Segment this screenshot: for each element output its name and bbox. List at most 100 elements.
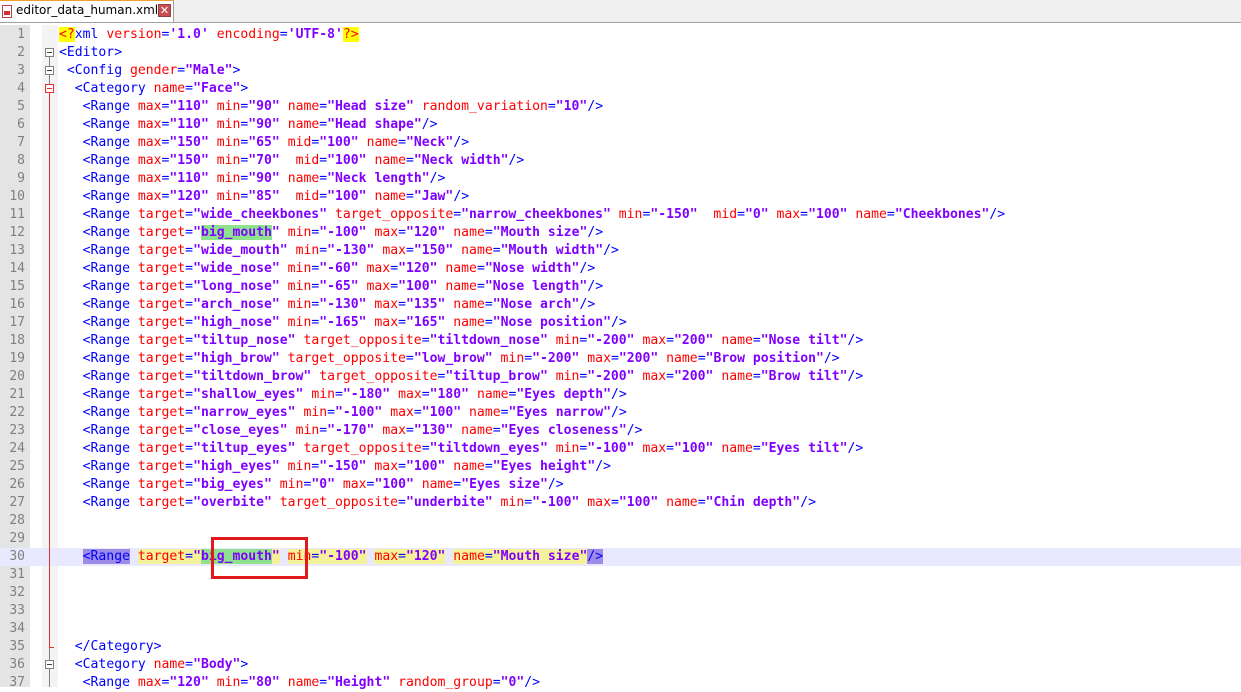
file-tab[interactable]: editor_data_human.xml ✕ bbox=[0, 0, 174, 22]
code-line[interactable]: 14 <Range target="wide_nose" min="-60" m… bbox=[0, 260, 1241, 278]
code-line[interactable]: 13 <Range target="wide_mouth" min="-130"… bbox=[0, 242, 1241, 260]
line-number: 10 bbox=[9, 189, 25, 204]
code-line[interactable]: 18 <Range target="tiltup_nose" target_op… bbox=[0, 332, 1241, 350]
code-line[interactable]: 9 <Range max="110" min="90" name="Neck l… bbox=[0, 170, 1241, 188]
line-code[interactable]: <Range max="110" min="90" name="Neck len… bbox=[59, 170, 446, 188]
code-line[interactable]: 19 <Range target="high_brow" target_oppo… bbox=[0, 350, 1241, 368]
line-code[interactable]: <Range target="wide_mouth" min="-130" ma… bbox=[59, 242, 619, 260]
code-line[interactable]: 26 <Range target="big_eyes" min="0" max=… bbox=[0, 476, 1241, 494]
fold-box-icon[interactable] bbox=[45, 66, 54, 75]
code-line[interactable]: 32 bbox=[0, 584, 1241, 602]
code-line[interactable]: 2 <Editor> bbox=[0, 44, 1241, 62]
line-code[interactable]: <Range target="high_brow" target_opposit… bbox=[59, 350, 840, 368]
code-line[interactable]: 27 <Range target="overbite" target_oppos… bbox=[0, 494, 1241, 512]
fold-box-icon[interactable] bbox=[45, 48, 54, 57]
fold-guide bbox=[49, 648, 50, 660]
line-code[interactable]: <Range target="shallow_eyes" min="-180" … bbox=[59, 386, 627, 404]
line-number: 2 bbox=[17, 45, 25, 60]
code-line[interactable]: 8 <Range max="150" min="70" mid="100" na… bbox=[0, 152, 1241, 170]
line-number: 27 bbox=[9, 495, 25, 510]
code-line[interactable]: 1 <?xml version='1.0' encoding='UTF-8'?> bbox=[0, 26, 1241, 44]
fold-guide bbox=[49, 669, 50, 687]
line-code[interactable]: <Category name="Body"> bbox=[59, 656, 248, 674]
code-line[interactable]: 20 <Range target="tiltdown_brow" target_… bbox=[0, 368, 1241, 386]
fold-box-icon[interactable] bbox=[45, 84, 54, 93]
line-number: 24 bbox=[9, 441, 25, 456]
line-code[interactable]: <Range max="110" min="90" name="Head sha… bbox=[59, 116, 438, 134]
line-code[interactable]: <Range target="big_mouth" min="-100" max… bbox=[59, 224, 603, 242]
line-code[interactable]: <Range target="big_eyes" min="0" max="10… bbox=[59, 476, 564, 494]
close-icon[interactable]: ✕ bbox=[158, 4, 171, 17]
annotation-highlight-box bbox=[211, 537, 308, 579]
line-code[interactable]: <Range max="120" min="80" name="Height" … bbox=[59, 674, 540, 692]
line-code[interactable]: <Range target="close_eyes" min="-170" ma… bbox=[59, 422, 643, 440]
line-code[interactable]: <Range target="high_eyes" min="-150" max… bbox=[59, 458, 611, 476]
line-code[interactable]: </Category> bbox=[59, 638, 162, 656]
line-code[interactable]: <Editor> bbox=[59, 44, 122, 62]
code-line[interactable]: 25 <Range target="high_eyes" min="-150" … bbox=[0, 458, 1241, 476]
line-code[interactable]: <Range target="tiltup_nose" target_oppos… bbox=[59, 332, 864, 350]
tab-title[interactable]: editor_data_human.xml bbox=[16, 3, 158, 17]
code-line[interactable]: 33 bbox=[0, 602, 1241, 620]
code-line[interactable]: 12 <Range target="big_mouth" min="-100" … bbox=[0, 224, 1241, 242]
line-code[interactable]: <Range target="wide_cheekbones" target_o… bbox=[59, 206, 1006, 224]
fold-box-icon[interactable] bbox=[45, 660, 54, 669]
line-number: 32 bbox=[9, 585, 25, 600]
line-code[interactable]: <Range max="110" min="90" name="Head siz… bbox=[59, 98, 603, 116]
line-number: 21 bbox=[9, 387, 25, 402]
code-line[interactable]: 37 <Range max="120" min="80" name="Heigh… bbox=[0, 674, 1241, 692]
line-code[interactable]: <Range target="high_nose" min="-165" max… bbox=[59, 314, 627, 332]
code-line[interactable]: 23 <Range target="close_eyes" min="-170"… bbox=[0, 422, 1241, 440]
line-number: 31 bbox=[9, 567, 25, 582]
line-code[interactable]: <Range target="long_nose" min="-65" max=… bbox=[59, 278, 603, 296]
fold-guide bbox=[49, 75, 50, 84]
code-line[interactable]: 36 <Category name="Body"> bbox=[0, 656, 1241, 674]
line-number: 22 bbox=[9, 405, 25, 420]
line-code[interactable]: <Range target="tiltup_eyes" target_oppos… bbox=[59, 440, 864, 458]
code-line[interactable]: 29 bbox=[0, 530, 1241, 548]
code-line[interactable]: 11 <Range target="wide_cheekbones" targe… bbox=[0, 206, 1241, 224]
code-line[interactable]: 30 <Range target="big_mouth" min="-100" … bbox=[0, 548, 1241, 566]
code-line[interactable]: 15 <Range target="long_nose" min="-65" m… bbox=[0, 278, 1241, 296]
line-code[interactable]: <Range max="150" min="65" mid="100" name… bbox=[59, 134, 469, 152]
code-line[interactable]: 10 <Range max="120" min="85" mid="100" n… bbox=[0, 188, 1241, 206]
code-line[interactable]: 22 <Range target="narrow_eyes" min="-100… bbox=[0, 404, 1241, 422]
line-code[interactable]: <Range target="narrow_eyes" min="-100" m… bbox=[59, 404, 627, 422]
line-code[interactable]: <Range target="arch_nose" min="-130" max… bbox=[59, 296, 596, 314]
fold-guide bbox=[49, 93, 50, 647]
fold-guide bbox=[49, 57, 50, 66]
code-editor[interactable]: 1 <?xml version='1.0' encoding='UTF-8'?> 2… bbox=[0, 25, 1241, 690]
line-code[interactable]: <Range max="120" min="85" mid="100" name… bbox=[59, 188, 469, 206]
line-code[interactable]: <Category name="Face"> bbox=[59, 80, 248, 98]
code-line[interactable]: 3 <Config gender="Male"> bbox=[0, 62, 1241, 80]
line-code[interactable]: <?xml version='1.0' encoding='UTF-8'?> bbox=[59, 26, 359, 44]
line-number: 25 bbox=[9, 459, 25, 474]
code-line[interactable]: 34 bbox=[0, 620, 1241, 638]
line-number: 8 bbox=[17, 153, 25, 168]
line-code[interactable]: <Range target="overbite" target_opposite… bbox=[59, 494, 816, 512]
code-line[interactable]: 7 <Range max="150" min="65" mid="100" na… bbox=[0, 134, 1241, 152]
line-number: 37 bbox=[9, 675, 25, 690]
line-code[interactable]: <Config gender="Male"> bbox=[59, 62, 240, 80]
line-number: 36 bbox=[9, 657, 25, 672]
code-line[interactable]: 5 <Range max="110" min="90" name="Head s… bbox=[0, 98, 1241, 116]
code-line[interactable]: 28 bbox=[0, 512, 1241, 530]
line-number: 17 bbox=[9, 315, 25, 330]
line-code[interactable]: <Range target="big_mouth" min="-100" max… bbox=[59, 548, 604, 566]
line-code[interactable]: <Range target="wide_nose" min="-60" max=… bbox=[59, 260, 596, 278]
code-line[interactable]: 4 <Category name="Face"> bbox=[0, 80, 1241, 98]
line-code[interactable]: <Range max="150" min="70" mid="100" name… bbox=[59, 152, 525, 170]
code-line[interactable]: 31 bbox=[0, 566, 1241, 584]
code-line[interactable]: 6 <Range max="110" min="90" name="Head s… bbox=[0, 116, 1241, 134]
line-number: 35 bbox=[9, 639, 25, 654]
code-line[interactable]: 17 <Range target="high_nose" min="-165" … bbox=[0, 314, 1241, 332]
code-line[interactable]: 24 <Range target="tiltup_eyes" target_op… bbox=[0, 440, 1241, 458]
line-number: 30 bbox=[9, 549, 25, 564]
code-line[interactable]: 35 </Category> bbox=[0, 638, 1241, 656]
code-line[interactable]: 16 <Range target="arch_nose" min="-130" … bbox=[0, 296, 1241, 314]
line-code[interactable]: <Range target="tiltdown_brow" target_opp… bbox=[59, 368, 864, 386]
line-number: 20 bbox=[9, 369, 25, 384]
code-line[interactable]: 21 <Range target="shallow_eyes" min="-18… bbox=[0, 386, 1241, 404]
line-number: 29 bbox=[9, 531, 25, 546]
line-number: 12 bbox=[9, 225, 25, 240]
